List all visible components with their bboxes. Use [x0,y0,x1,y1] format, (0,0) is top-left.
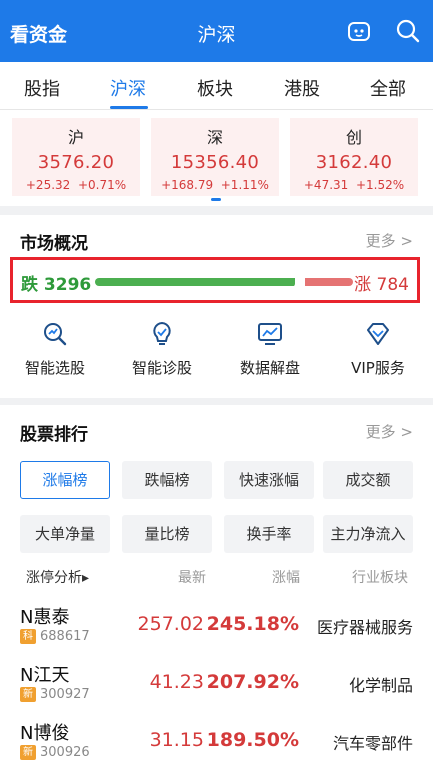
fall-bar [95,278,295,286]
column-industry[interactable]: 行业板块 [352,567,408,587]
index-change: +168.79 +1.11% [151,178,279,192]
chip-turnover-rate[interactable]: 换手率 [224,515,314,553]
board-tag: 新 [20,687,36,702]
tool-label: 数据解盘 [239,359,300,377]
index-cards: 沪 3576.20 +25.32 +0.71% 深 15356.40 +168.… [0,110,433,206]
tool-data-analysis[interactable]: 数据解盘 [220,321,320,378]
robot-face-icon[interactable] [346,18,372,44]
lightbulb-icon [153,321,171,345]
stock-name: N惠泰 [20,607,70,628]
index-change-pct: +1.11% [220,178,269,192]
chip-turnover-amount[interactable]: 成交额 [323,461,413,499]
stock-price: 257.02 [137,613,204,635]
stock-row[interactable]: N惠泰 科 688617 257.02 245.18% 医疗器械服务 [0,599,433,655]
stock-change-pct: 189.50% [206,729,299,751]
stock-industry: 汽车零部件 [332,734,413,753]
index-change-pct: +1.52% [355,178,405,192]
index-card-shenzhen[interactable]: 深 15356.40 +168.79 +1.11% [151,118,279,196]
tab-all[interactable]: 全部 [370,75,406,101]
index-change-points: +168.79 [161,178,214,192]
market-more-link[interactable]: 更多 > [366,230,413,251]
index-change-points: +25.32 [25,178,71,192]
chip-top-gainers[interactable]: 涨幅榜 [20,461,110,499]
index-change: +25.32 +0.71% [12,178,140,192]
stock-code: 300926 [40,745,90,760]
tool-label: VIP服务 [351,359,405,377]
stock-ranking-section: 股票排行 更多 > 涨幅榜 跌幅榜 快速涨幅 成交额 大单净量 量比榜 换手率 … [0,405,433,767]
app-header: 看资金 沪深 [0,0,433,62]
tool-smart-diagnosis[interactable]: 智能诊股 [112,321,212,378]
index-name: 深 [206,128,223,147]
market-overview-section: 市场概况 更多 > 跌 3296 涨 784 智能选股 智能诊股 数据解盘 VI… [0,215,433,398]
index-name: 创 [345,128,362,147]
index-value: 15356.40 [170,152,260,173]
tool-label: 智能诊股 [131,359,192,377]
chip-large-orders[interactable]: 大单净量 [20,515,110,553]
stock-change-pct: 245.18% [206,613,299,635]
index-name: 沪 [67,128,84,147]
stock-code: 688617 [40,629,90,644]
stock-industry: 化学制品 [348,676,413,695]
board-tag: 科 [20,629,36,644]
rise-count-label: 涨 784 [354,275,409,295]
market-breadth-bar[interactable]: 跌 3296 涨 784 [10,257,420,303]
index-change-points: +47.31 [303,178,349,192]
stock-row[interactable]: N江天 新 300927 41.23 207.92% 化学制品 [0,657,433,713]
carousel-indicator [211,198,221,201]
tab-index[interactable]: 股指 [24,75,60,101]
stock-row[interactable]: N博俊 新 300926 31.15 189.50% 汽车零部件 [0,715,433,767]
rise-bar [305,278,353,286]
index-change-pct: +0.71% [77,178,127,192]
tab-shanghai-shenzhen[interactable]: 沪深 [110,75,146,101]
tool-label: 智能选股 [24,359,85,377]
chip-volume-ratio[interactable]: 量比榜 [122,515,212,553]
chip-main-inflow[interactable]: 主力净流入 [323,515,413,553]
index-change: +47.31 +1.52% [290,178,418,192]
index-value: 3162.40 [315,152,393,173]
ranking-title: 股票排行 [20,425,88,445]
active-tab-indicator [110,106,148,109]
stock-name: N江天 [20,665,70,686]
search-icon[interactable] [395,18,421,44]
chip-top-losers[interactable]: 跌幅榜 [122,461,212,499]
fall-count-label: 跌 3296 [21,275,92,295]
diamond-icon [367,323,389,345]
limit-up-analysis-link[interactable]: 涨停分析▸ [26,567,89,587]
index-card-chinext[interactable]: 创 3162.40 +47.31 +1.52% [290,118,418,196]
chip-fast-rise[interactable]: 快速涨幅 [224,461,314,499]
tab-sectors[interactable]: 板块 [197,75,233,101]
stock-price: 31.15 [149,729,204,751]
index-card-shanghai[interactable]: 沪 3576.20 +25.32 +0.71% [12,118,140,196]
stock-industry: 医疗器械服务 [316,618,413,637]
market-overview-title: 市场概况 [20,234,88,254]
market-tabs: 股指 沪深 板块 港股 全部 [0,62,433,110]
stock-name: N博俊 [20,723,70,744]
line-chart-screen-icon [258,323,282,345]
index-value: 3576.20 [37,152,115,173]
stock-change-pct: 207.92% [206,671,299,693]
ranking-more-link[interactable]: 更多 > [366,421,413,442]
magnifier-chart-icon [44,323,67,346]
stock-price: 41.23 [149,671,204,693]
board-tag: 新 [20,745,36,760]
header-left-title[interactable]: 看资金 [10,20,67,47]
stock-code: 300927 [40,687,90,702]
column-latest[interactable]: 最新 [178,567,206,587]
tool-smart-pick[interactable]: 智能选股 [5,321,105,378]
tool-vip-service[interactable]: VIP服务 [328,321,428,378]
column-change[interactable]: 涨幅 [272,567,300,587]
tab-hk-stocks[interactable]: 港股 [284,75,320,101]
